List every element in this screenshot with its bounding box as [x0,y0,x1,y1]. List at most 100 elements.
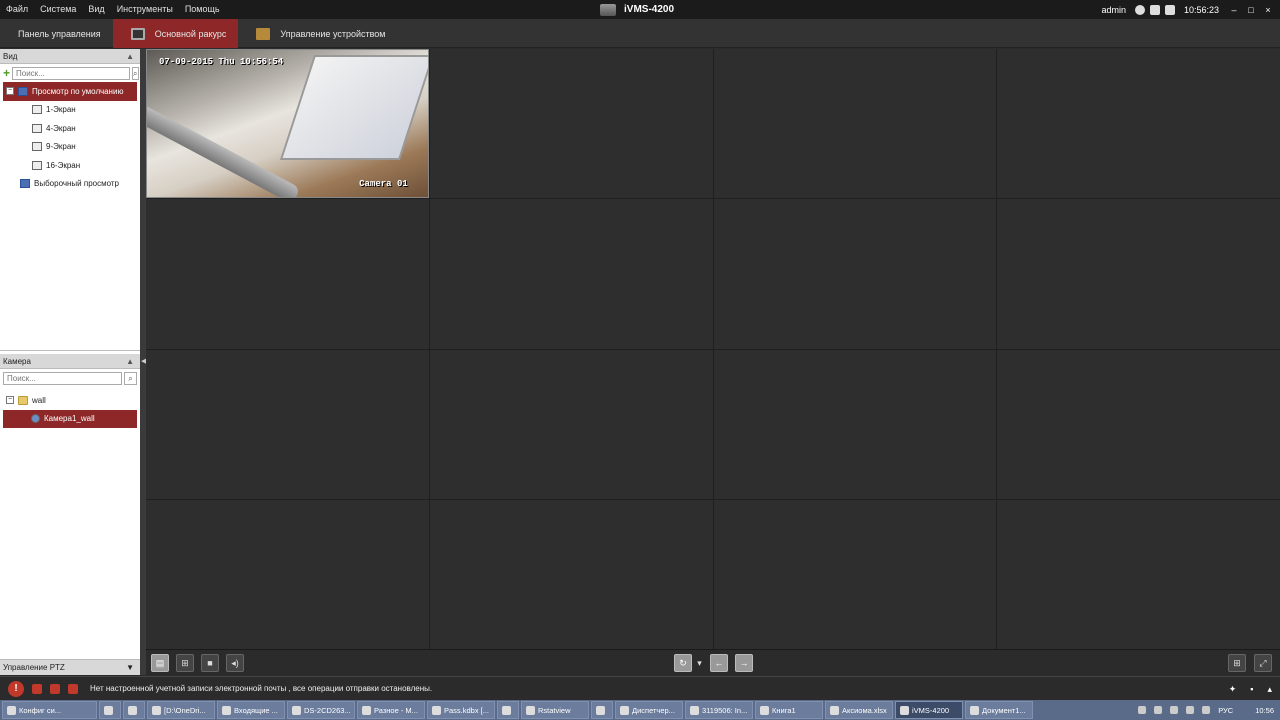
ptz-panel-header[interactable]: Управление PTZ ▼ [0,659,140,675]
view-icon [18,86,28,96]
stop-all-icon[interactable]: ■ [201,654,219,672]
taskbar-item-label: Документ1... [982,705,1026,715]
search-icon[interactable]: ⌕ [132,66,139,80]
tree-item-16-screen[interactable]: 16-Экран [0,156,140,175]
video-cell[interactable] [429,49,713,199]
taskbar-item[interactable]: Конфиг си... [2,701,97,719]
collapse-icon[interactable]: − [6,396,14,405]
network-icon[interactable] [1186,706,1195,714]
taskbar-item[interactable]: Pass.kdbx [... [427,701,495,719]
video-cell[interactable] [997,349,1280,499]
chevron-up-icon[interactable]: ▲ [126,52,134,61]
tree-item-label: 1-Экран [46,105,76,115]
video-cell[interactable] [429,199,713,349]
globe-icon[interactable] [1134,4,1145,15]
lock-icon[interactable] [1149,4,1160,15]
video-cell[interactable] [429,349,713,499]
tree-item-folder-wall[interactable]: − wall [0,391,140,410]
tab-device-management[interactable]: Управление устройством [238,19,397,48]
tray-icon[interactable] [1154,706,1163,714]
tab-main-view[interactable]: Основной ракурс [112,19,239,48]
previous-page-icon[interactable]: ← [710,654,728,672]
video-cell[interactable] [146,499,429,649]
view-panel-header[interactable]: Вид ▲ [0,49,140,64]
taskbar-item[interactable]: Входящие ... [217,701,285,719]
input-language[interactable]: РУС [1218,706,1233,715]
alarm-icon[interactable] [32,683,42,694]
warning-icon[interactable]: ! [8,680,24,697]
collapse-icon[interactable]: − [6,87,14,96]
taskbar-item-active[interactable]: iVMS-4200 [895,701,963,719]
tree-item-9-screen[interactable]: 9-Экран [0,138,140,157]
chevron-down-icon[interactable]: ▾ [695,654,704,672]
taskbar-item[interactable]: Диспетчер... [615,701,683,719]
tree-item-4-screen[interactable]: 4-Экран [0,119,140,138]
video-cell[interactable] [997,49,1280,199]
tree-item-1-screen[interactable]: 1-Экран [0,101,140,120]
pin-icon[interactable]: ✦ [1229,684,1237,695]
taskbar-clock[interactable]: 10:56 [1255,706,1274,715]
next-page-icon[interactable]: → [735,654,753,672]
menu-help[interactable]: Помощь [179,0,226,19]
restore-icon[interactable]: ▪ [1250,684,1253,694]
add-view-icon[interactable]: + [3,67,10,79]
taskbar-item[interactable] [497,701,519,719]
tree-item-camera1-wall[interactable]: Камера1_wall [3,409,137,428]
event-icon[interactable] [50,683,60,694]
taskbar-item[interactable] [123,701,145,719]
camera-panel-header[interactable]: Камера ▲ [0,354,140,369]
video-cell[interactable] [997,199,1280,349]
taskbar-item[interactable]: [D:\OneDri... [147,701,215,719]
video-cell[interactable] [713,199,997,349]
volume-icon[interactable] [1202,706,1211,714]
taskbar-item[interactable] [99,701,121,719]
video-cell[interactable] [997,499,1280,649]
chevron-down-icon[interactable]: ▼ [126,663,134,672]
taskbar-item[interactable]: Книга1 [755,701,823,719]
tree-item-default-view[interactable]: − Просмотр по умолчанию [3,82,137,101]
menu-tools[interactable]: Инструменты [111,0,179,19]
search-icon[interactable]: ⌕ [124,371,137,385]
video-cell-live[interactable]: 07-09-2015 Thu 10:56:54 Camera 01 [146,49,429,199]
save-view-icon[interactable]: ▤ [151,654,169,672]
taskbar-item[interactable]: 3119506: In... [685,701,753,719]
taskbar-item[interactable]: Документ1... [965,701,1033,719]
video-cell[interactable] [146,349,429,499]
video-cell[interactable] [713,49,997,199]
close-panel-icon[interactable]: ▴ [1267,684,1272,695]
view-search-input[interactable] [12,66,131,80]
tab-control-panel[interactable]: Панель управления [0,19,160,80]
chevron-up-icon[interactable]: ▲ [126,357,134,366]
taskbar-item[interactable]: DS-2CD263... [287,701,355,719]
fullscreen-icon[interactable]: ⤢ [1254,654,1272,672]
video-cell[interactable] [429,499,713,649]
cpu-icon[interactable] [1164,4,1175,15]
tab-bar: Панель управления Основной ракурс Управл… [0,19,1280,80]
refresh-icon[interactable]: ↻ [674,654,692,672]
taskbar-item[interactable]: Аксиома.xlsx [825,701,893,719]
volume-icon[interactable]: ◂) [226,654,244,672]
app-icon [526,705,535,715]
close-button[interactable]: × [1262,5,1274,15]
taskbar-item[interactable]: Rstatview [521,701,589,719]
maximize-button[interactable]: □ [1245,5,1257,15]
taskbar-item[interactable]: Разное - М... [357,701,425,719]
tray-icon[interactable] [1138,706,1147,714]
tray-icon[interactable] [1170,706,1179,714]
app-icon [222,705,231,715]
minimize-button[interactable]: ‒ [1228,5,1240,15]
mail-icon[interactable] [68,683,78,694]
app-logo-icon [600,3,616,16]
system-tray: РУС 10:56 [1138,700,1274,720]
layout-icon[interactable]: ⊞ [1228,654,1246,672]
tree-item-custom-view[interactable]: Выборочный просмотр [0,175,140,194]
video-cell[interactable] [713,349,997,499]
menu-file[interactable]: Файл [0,0,34,19]
menu-view[interactable]: Вид [82,0,110,19]
taskbar-item[interactable] [591,701,613,719]
video-cell[interactable] [713,499,997,649]
menu-system[interactable]: Система [34,0,82,19]
camera-search-input[interactable] [3,371,122,385]
view-settings-icon[interactable]: ⊞ [176,654,194,672]
video-cell[interactable] [146,199,429,349]
